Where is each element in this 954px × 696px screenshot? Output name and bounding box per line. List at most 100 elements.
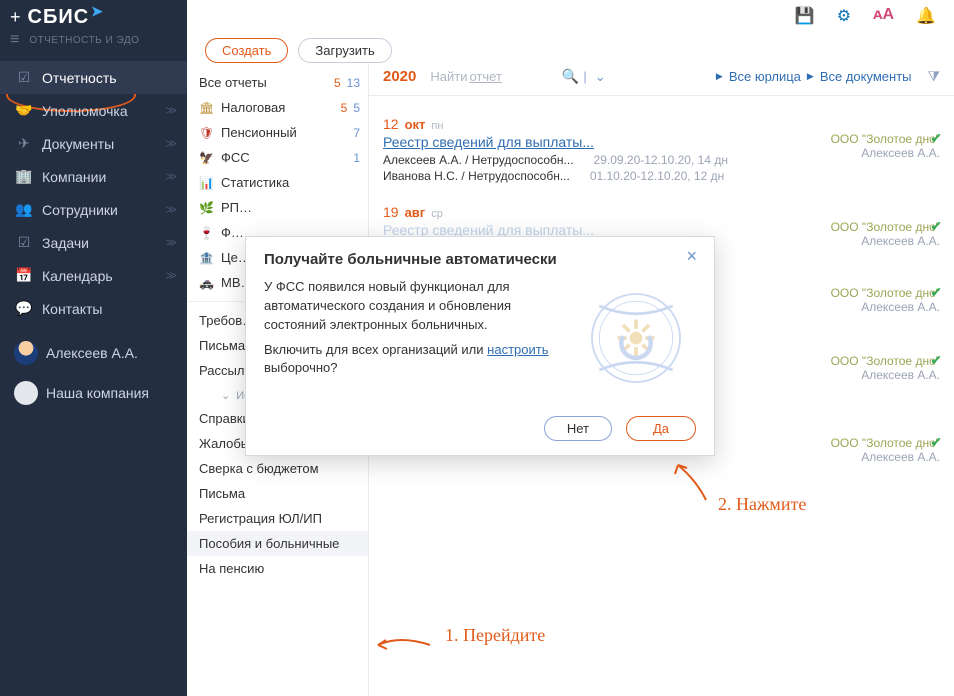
triangle-icon: ▶ (807, 71, 814, 82)
cat-benefits[interactable]: Пособия и больничные (187, 531, 368, 556)
cat-rp[interactable]: 🌿 РП… (187, 195, 368, 220)
building-icon: 🏢 (14, 168, 34, 185)
search-icon: 🔍 (562, 68, 579, 85)
entry-person: Иванова Н.С. / Нетрудоспособн... (383, 169, 570, 183)
org-person: Алексеев А.А. (800, 368, 940, 382)
nav-employees[interactable]: 👥 Сотрудники ≫ (0, 193, 187, 226)
send-icon: ✈ (14, 135, 34, 152)
nav-tasks[interactable]: ☑ Задачи ≫ (0, 226, 187, 259)
chevron-icon: ≫ (165, 203, 177, 216)
create-button[interactable]: Создать (205, 38, 288, 63)
avatar (14, 341, 38, 365)
logo: + СБИС ➤ (0, 0, 187, 31)
modal-no-button[interactable]: Нет (544, 416, 612, 441)
chevron-icon: ≫ (165, 269, 177, 282)
year-filter[interactable]: 2020 (383, 68, 416, 85)
entry-person: Алексеев А.А. / Нетрудоспособн... (383, 153, 574, 167)
cat-pension-out[interactable]: На пенсию (187, 556, 368, 581)
cat-label: Сверка с бюджетом (199, 461, 360, 476)
dow: ср (431, 208, 443, 220)
check-icon: ☑ (14, 234, 34, 251)
org-name: ООО "Золотое дно" (800, 132, 940, 146)
logo-bird-icon: ➤ (91, 3, 104, 20)
org-name: ООО "Золотое дно" (800, 220, 940, 234)
modal-yes-button[interactable]: Да (626, 416, 696, 441)
modal-link-configure[interactable]: настроить (487, 342, 548, 357)
org-person: Алексеев А.А. (800, 450, 940, 464)
cat-label: РП… (221, 200, 360, 215)
entry-meta: 01.10.20-12.10.20, 12 дн (590, 169, 724, 183)
nav-company[interactable]: Наша компания (0, 373, 187, 413)
day: 12 (383, 116, 399, 132)
people-icon: 👥 (14, 201, 34, 218)
chevron-icon: ≫ (165, 170, 177, 183)
funnel-icon[interactable]: ⧩ (928, 68, 941, 85)
count-red: 5 (334, 76, 341, 90)
company-icon (14, 381, 38, 405)
month: авг (405, 205, 426, 220)
upload-button[interactable]: Загрузить (298, 38, 391, 63)
dow: пн (431, 120, 443, 132)
search-placeholder: отчет (469, 69, 501, 84)
nav-label: Уполномочка (42, 103, 128, 119)
month: окт (405, 117, 426, 132)
save-icon[interactable]: 💾 (795, 6, 815, 26)
check-icon: ✔ (930, 130, 942, 147)
entry-meta: 29.09.20-12.10.20, 14 дн (594, 153, 728, 167)
cat-letters-out[interactable]: Письма (187, 481, 368, 506)
entry-row[interactable]: Иванова Н.С. / Нетрудоспособн... 01.10.2… (383, 168, 940, 184)
check-icon: ✔ (930, 352, 942, 369)
org-person: Алексеев А.А. (800, 146, 940, 160)
filter-docs[interactable]: Все документы (820, 69, 912, 84)
cat-label: Налоговая (221, 100, 341, 115)
chevron-icon: ≫ (165, 104, 177, 117)
chevron-icon: ≫ (165, 236, 177, 249)
org-name: ООО "Золотое дно" (800, 354, 940, 368)
gear-icon[interactable]: ⚙ (837, 6, 851, 26)
check-icon: ✔ (930, 434, 942, 451)
count-blue: 1 (353, 151, 360, 165)
logo-text: СБИС (28, 6, 90, 29)
cat-label: Все отчеты (199, 75, 334, 90)
cat-all-reports[interactable]: Все отчеты 5 13 (187, 70, 368, 95)
cat-label: На пенсию (199, 561, 360, 576)
nav-user[interactable]: Алексеев А.А. (0, 333, 187, 373)
font-size-icon[interactable]: ᴀA (873, 6, 894, 26)
nav-companies[interactable]: 🏢 Компании ≫ (0, 160, 187, 193)
divider: | (583, 69, 586, 84)
count-blue: 13 (347, 76, 360, 90)
close-button[interactable]: × (679, 245, 704, 268)
nav-label: Компании (42, 169, 106, 185)
cat-tax[interactable]: 🏛 Налоговая 5 5 (187, 95, 368, 120)
search[interactable]: Найти отчет 🔍 (430, 68, 579, 85)
check-icon: ✔ (930, 218, 942, 235)
nav-calendar[interactable]: 📅 Календарь ≫ (0, 259, 187, 292)
reports-icon: ☑ (14, 69, 34, 86)
count-red: 5 (341, 101, 348, 115)
cat-fss[interactable]: 🦅 ФСС 1 (187, 145, 368, 170)
cat-registration[interactable]: Регистрация ЮЛ/ИП (187, 506, 368, 531)
org-name: ООО "Золотое дно" (800, 286, 940, 300)
cat-reconciliation[interactable]: Сверка с бюджетом (187, 456, 368, 481)
day: 19 (383, 204, 399, 220)
nav-label: Задачи (42, 235, 89, 251)
cat-label: Письма (199, 486, 360, 501)
cat-pension[interactable]: 🛡 Пенсионный 7 (187, 120, 368, 145)
org-person: Алексеев А.А. (800, 300, 940, 314)
user-name: Алексеев А.А. (46, 345, 138, 361)
bell-icon[interactable]: 🔔 (916, 6, 936, 26)
chevron-down-icon[interactable]: ⌄ (595, 69, 606, 85)
menu-icon[interactable]: ≡ (10, 31, 19, 49)
list-group: 19 авг ср Реестр сведений для выплаты...… (383, 198, 940, 240)
triangle-icon: ▶ (716, 71, 723, 82)
nav-authorization[interactable]: 🤝 Уполномочка ≫ (0, 94, 187, 127)
leaf-icon: 🌿 (199, 201, 217, 215)
fss-seal-icon (576, 278, 696, 398)
modal-title: Получайте больничные автоматически (264, 251, 696, 268)
cat-statistics[interactable]: 📊 Статистика (187, 170, 368, 195)
date-header: 12 окт пн (383, 110, 940, 134)
nav-documents[interactable]: ✈ Документы ≫ (0, 127, 187, 160)
nav-contacts[interactable]: 💬 Контакты (0, 292, 187, 325)
filter-entities[interactable]: Все юрлица (729, 69, 801, 84)
nav-reports[interactable]: ☑ Отчетность (0, 61, 187, 94)
